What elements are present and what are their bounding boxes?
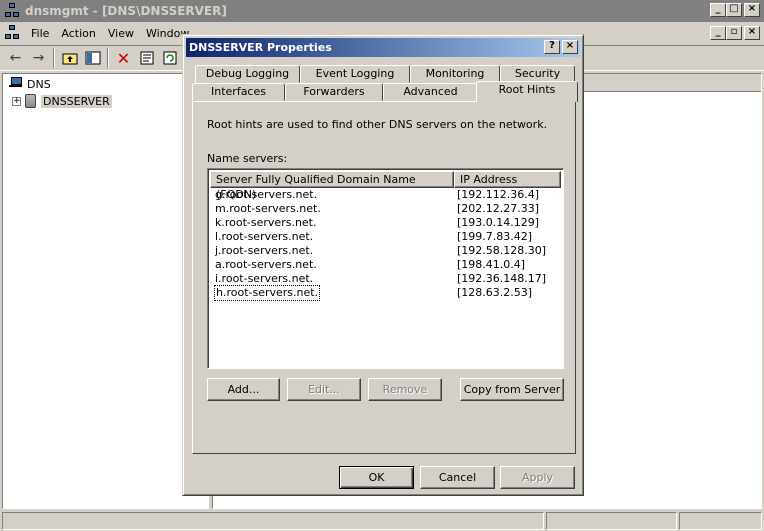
status-cell-main [2,512,544,530]
row-ip: [202.12.27.33] [457,202,540,215]
row-fqdn: h.root-servers.net. [213,285,321,301]
menu-file[interactable]: File [25,27,55,40]
close-button[interactable]: × [744,3,760,17]
dialog-title: DNSSERVER Properties [189,41,332,54]
status-cell-2 [546,512,677,530]
add-button[interactable]: Add... [207,378,280,401]
show-tree-icon[interactable] [81,47,104,69]
row-fqdn: l.root-servers.net. [215,230,314,243]
name-servers-list[interactable]: Server Fully Qualified Domain Name (FQDN… [207,168,564,369]
list-item[interactable]: a.root-servers.net. [198.41.0.4] [210,258,560,272]
main-title-bar[interactable]: dnsmgmt - [DNS\DNSSERVER] _ □ × [0,0,764,22]
mdi-restore-button[interactable]: ▫ [726,26,742,40]
tree-label-dns: DNS [27,77,51,91]
list-item[interactable]: k.root-servers.net. [193.0.14.129] [210,216,560,230]
up-folder-icon[interactable] [58,47,81,69]
column-header-ip[interactable]: IP Address [454,171,561,188]
tab-advanced[interactable]: Advanced [383,83,478,101]
delete-icon[interactable]: ✕ [112,47,135,69]
maximize-button[interactable]: □ [726,3,742,17]
row-ip: [193.0.14.129] [457,216,540,229]
server-icon [25,94,36,108]
status-bar [0,511,764,531]
row-fqdn: i.root-servers.net. [215,272,314,285]
properties-dialog: DNSSERVER Properties ? × Debug Logging E… [182,34,584,496]
row-fqdn: j.root-servers.net. [215,244,314,257]
tab-interfaces[interactable]: Interfaces [192,83,285,101]
toolbar-separator [53,48,55,68]
dialog-title-bar[interactable]: DNSSERVER Properties ? × [186,38,580,57]
tree-node-dnsserver[interactable]: + DNSSERVER [12,94,112,108]
menu-view[interactable]: View [102,27,140,40]
properties-icon[interactable] [135,47,158,69]
tree-label-dnsserver: DNSSERVER [41,94,112,108]
row-fqdn: m.root-servers.net. [215,202,321,215]
tab-root-hints[interactable]: Root Hints [476,81,578,102]
name-servers-label: Name servers: [207,152,288,165]
console-tree[interactable]: DNS + DNSSERVER [2,73,209,509]
root-hints-panel: Root hints are used to find other DNS se… [192,101,576,454]
list-item[interactable]: i.root-servers.net. [192.36.148.17] [210,272,560,286]
dialog-close-button[interactable]: × [562,40,578,54]
column-header-fqdn[interactable]: Server Fully Qualified Domain Name (FQDN… [210,171,454,201]
mdi-close-button[interactable]: × [744,26,760,40]
menu-action[interactable]: Action [55,27,101,40]
status-cell-3 [679,512,762,530]
list-item[interactable]: j.root-servers.net. [192.58.128.30] [210,244,560,258]
list-item[interactable]: m.root-servers.net. [202.12.27.33] [210,202,560,216]
list-item[interactable]: g.root-servers.net. [192.112.36.4] [210,188,560,202]
tab-debug-logging[interactable]: Debug Logging [195,65,300,83]
expand-icon[interactable]: + [12,96,21,106]
row-fqdn: k.root-servers.net. [215,216,317,229]
tab-forwarders[interactable]: Forwarders [285,83,383,101]
copy-from-server-button[interactable]: Copy from Server [460,378,564,401]
row-ip: [192.36.148.17] [457,272,547,285]
back-icon[interactable]: ← [4,47,27,69]
remove-button[interactable]: Remove [368,378,442,401]
dns-app-icon [5,3,21,19]
row-fqdn: a.root-servers.net. [215,258,317,271]
minimize-button[interactable]: _ [710,3,726,17]
row-fqdn: g.root-servers.net. [215,188,318,201]
forward-icon[interactable]: → [27,47,50,69]
intro-text: Root hints are used to find other DNS se… [207,118,548,131]
ok-button[interactable]: OK [339,466,414,489]
mdi-minimize-button[interactable]: _ [710,26,726,40]
refresh-icon[interactable] [158,47,181,69]
row-ip: [199.7.83.42] [457,230,533,243]
list-item[interactable]: l.root-servers.net. [199.7.83.42] [210,230,560,244]
row-ip: [128.63.2.53] [457,286,533,299]
row-ip: [192.58.128.30] [457,244,547,257]
help-button[interactable]: ? [544,40,560,54]
row-ip: [192.112.36.4] [457,188,540,201]
apply-button[interactable]: Apply [500,466,575,489]
tree-node-dns[interactable]: DNS [9,77,51,91]
toolbar-separator [107,48,109,68]
window-title: dnsmgmt - [DNS\DNSSERVER] [25,4,227,18]
console-icon[interactable] [5,25,21,41]
edit-button[interactable]: Edit... [287,378,361,401]
tab-event-logging[interactable]: Event Logging [300,65,410,83]
cancel-button[interactable]: Cancel [420,466,495,489]
row-ip: [198.41.0.4] [457,258,526,271]
list-item[interactable]: h.root-servers.net. [128.63.2.53] [210,285,560,301]
dns-icon [9,77,23,91]
